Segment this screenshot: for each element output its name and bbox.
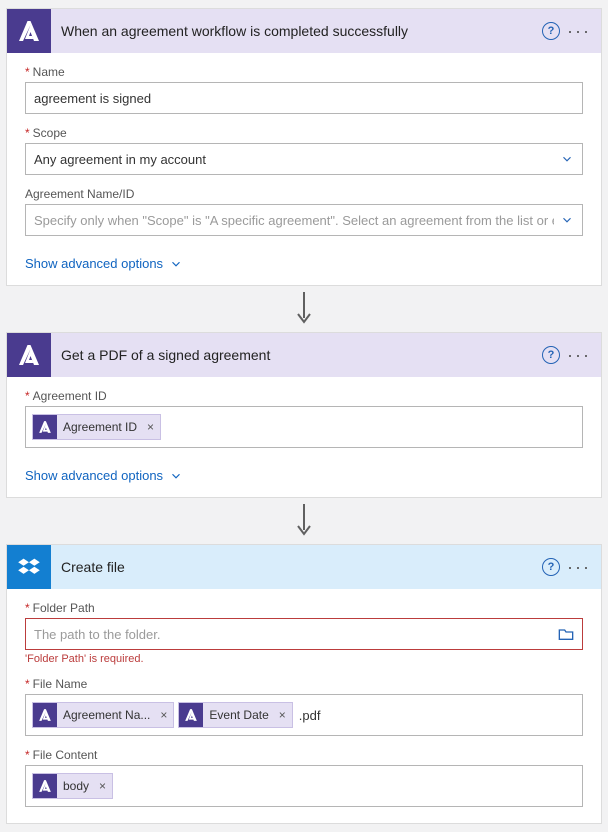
scope-label: Scope [33,126,67,140]
chevron-down-icon [169,257,183,271]
agreement-name-id-label: Agreement Name/ID [25,187,134,201]
file-name-label: File Name [33,677,88,691]
show-advanced-options-link[interactable]: Show advanced options [7,464,601,497]
remove-token-button[interactable]: × [141,420,160,434]
agreement-id-input[interactable]: Agreement ID × [25,406,583,448]
dropbox-icon [7,545,51,589]
file-name-field: *File Name Agreement Na... × Event Date … [25,677,583,736]
help-button[interactable]: ? [537,553,565,581]
folder-path-field: *Folder Path The path to the folder. 'Fo… [25,601,583,665]
file-extension-text: .pdf [297,708,321,723]
help-button[interactable]: ? [537,341,565,369]
folder-path-label: Folder Path [33,601,95,615]
card-title: Get a PDF of a signed agreement [51,347,537,363]
adobe-sign-icon [33,703,57,727]
agreement-id-token[interactable]: Agreement ID × [32,414,161,440]
more-button[interactable]: ··· [565,341,593,369]
card-title: When an agreement workflow is completed … [51,23,537,39]
folder-path-input[interactable]: The path to the folder. [25,618,583,650]
help-button[interactable]: ? [537,17,565,45]
scope-field: *Scope Any agreement in my account [25,126,583,175]
name-field: *Name agreement is signed [25,65,583,114]
help-icon: ? [542,22,560,40]
body-token[interactable]: body × [32,773,113,799]
trigger-card: When an agreement workflow is completed … [6,8,602,286]
adobe-sign-icon [179,703,203,727]
show-advanced-options-link[interactable]: Show advanced options [7,252,601,285]
help-icon: ? [542,346,560,364]
file-content-input[interactable]: body × [25,765,583,807]
card-title: Create file [51,559,537,575]
adobe-sign-icon [7,333,51,377]
file-content-label: File Content [33,748,98,762]
adobe-sign-icon [33,415,57,439]
name-label: Name [33,65,65,79]
agreement-name-id-select[interactable]: Specify only when "Scope" is "A specific… [25,204,583,236]
more-button[interactable]: ··· [565,17,593,45]
card-header[interactable]: When an agreement workflow is completed … [7,9,601,53]
event-date-token[interactable]: Event Date × [178,702,292,728]
card-header[interactable]: Create file ? ··· [7,545,601,589]
ellipsis-icon: ··· [567,346,591,364]
adobe-sign-icon [7,9,51,53]
ellipsis-icon: ··· [567,558,591,576]
chevron-down-icon [560,152,574,166]
remove-token-button[interactable]: × [93,779,112,793]
flow-arrow [6,498,602,544]
scope-select[interactable]: Any agreement in my account [25,143,583,175]
create-file-card: Create file ? ··· *Folder Path The path … [6,544,602,824]
ellipsis-icon: ··· [567,22,591,40]
chevron-down-icon [169,469,183,483]
get-pdf-card: Get a PDF of a signed agreement ? ··· *A… [6,332,602,498]
chevron-down-icon [560,213,574,227]
remove-token-button[interactable]: × [273,708,292,722]
flow-arrow [6,286,602,332]
remove-token-button[interactable]: × [154,708,173,722]
folder-path-error: 'Folder Path' is required. [25,653,583,665]
name-input[interactable]: agreement is signed [25,82,583,114]
agreement-name-token[interactable]: Agreement Na... × [32,702,174,728]
more-button[interactable]: ··· [565,553,593,581]
card-header[interactable]: Get a PDF of a signed agreement ? ··· [7,333,601,377]
file-name-input[interactable]: Agreement Na... × Event Date × .pdf [25,694,583,736]
agreement-id-field: *Agreement ID Agreement ID × [25,389,583,448]
help-icon: ? [542,558,560,576]
agreement-name-id-field: Agreement Name/ID Specify only when "Sco… [25,187,583,236]
file-content-field: *File Content body × [25,748,583,807]
agreement-id-label: Agreement ID [33,389,107,403]
adobe-sign-icon [33,774,57,798]
folder-picker-icon[interactable] [558,627,574,641]
